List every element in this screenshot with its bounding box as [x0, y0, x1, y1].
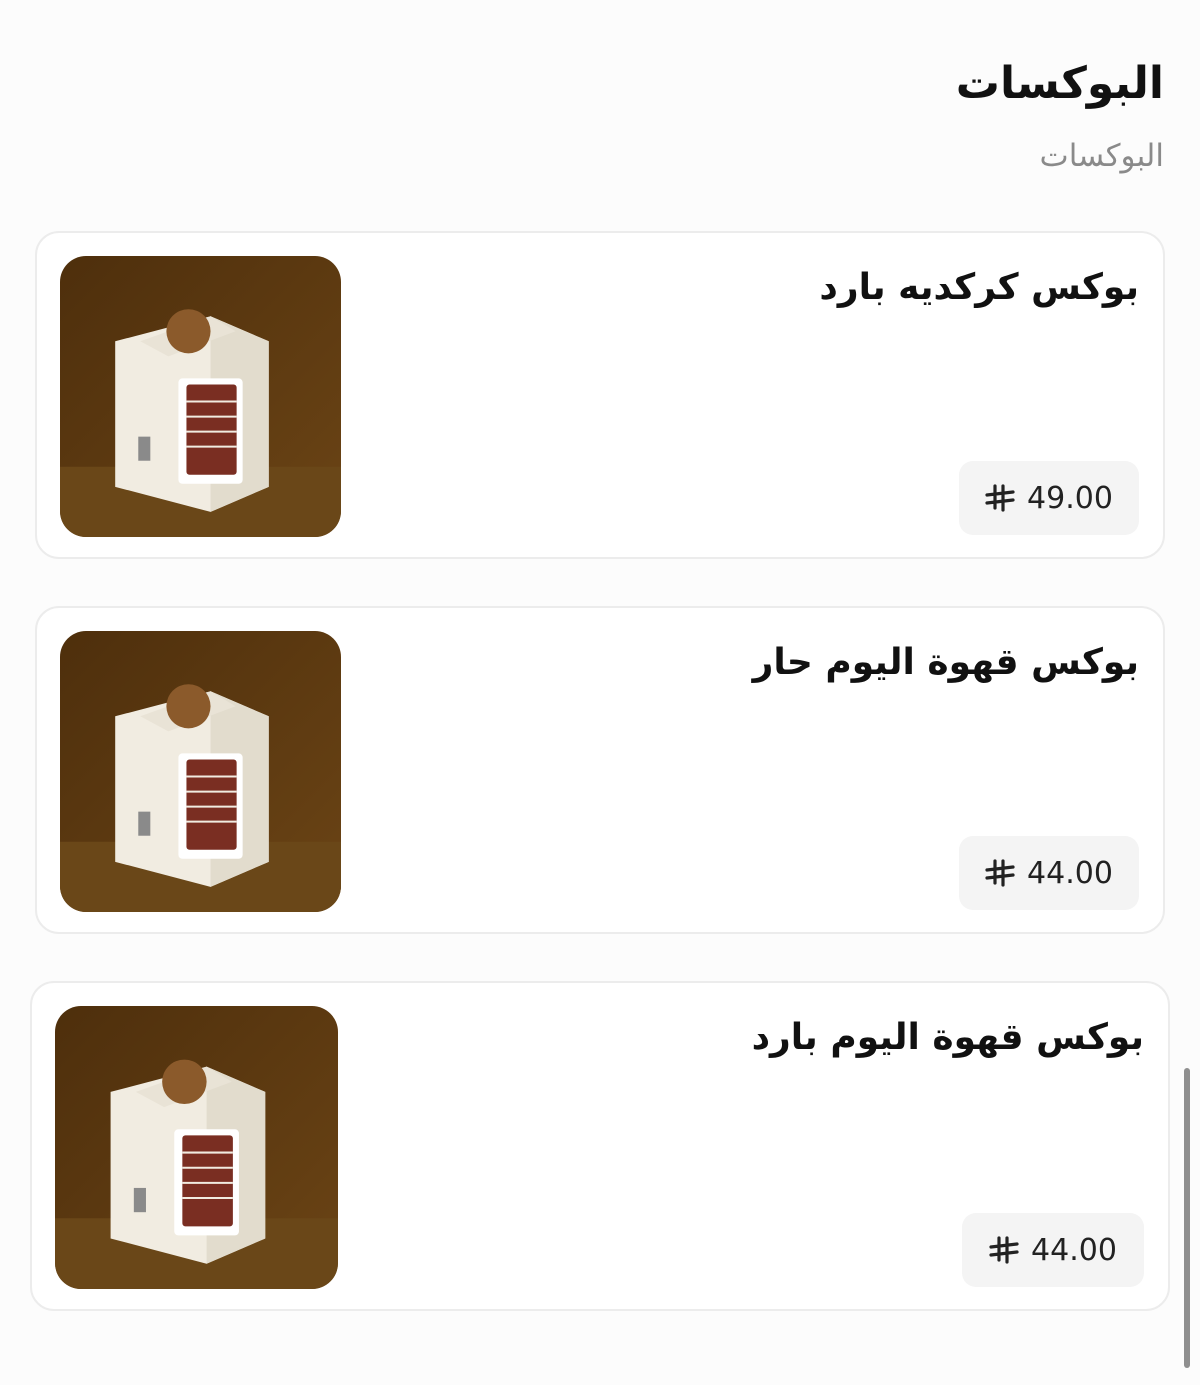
price-badge: 44.00 — [962, 1213, 1144, 1287]
product-name: بوكس قهوة اليوم حار — [752, 642, 1139, 683]
saudi-riyal-icon — [985, 484, 1015, 512]
product-card[interactable]: بوكس كركديه بارد 49.00 — [35, 231, 1165, 559]
price-value: 44.00 — [1031, 1232, 1117, 1268]
scrollbar[interactable] — [1184, 1068, 1190, 1368]
product-image[interactable] — [60, 256, 341, 537]
price-badge: 44.00 — [959, 836, 1139, 910]
price-badge: 49.00 — [959, 461, 1139, 535]
product-image[interactable] — [60, 631, 341, 912]
product-card[interactable]: بوكس قهوة اليوم حار 44.00 — [35, 606, 1165, 934]
product-box-image — [60, 256, 341, 537]
product-name: بوكس قهوة اليوم بارد — [751, 1017, 1144, 1058]
price-value: 49.00 — [1027, 480, 1113, 516]
product-box-image — [55, 1006, 338, 1289]
price-value: 44.00 — [1027, 855, 1113, 891]
product-box-image — [60, 631, 341, 912]
product-image[interactable] — [55, 1006, 338, 1289]
page-title: البوكسات — [955, 58, 1164, 109]
page: البوكسات البوكسات بوكس كركديه بارد 49.00 — [0, 0, 1200, 1385]
saudi-riyal-icon — [989, 1236, 1019, 1264]
saudi-riyal-icon — [985, 859, 1015, 887]
product-card[interactable]: بوكس قهوة اليوم بارد 44.00 — [30, 981, 1170, 1311]
product-name: بوكس كركديه بارد — [819, 267, 1139, 308]
breadcrumb[interactable]: البوكسات — [1040, 138, 1164, 174]
